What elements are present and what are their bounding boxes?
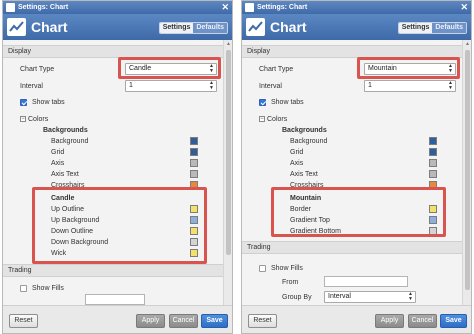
reset-button[interactable]: Reset [248,314,277,328]
interval-value: 1 [368,82,372,89]
highlight-chart-type [357,57,460,79]
scroll-thumb[interactable] [465,50,470,290]
show-fills-label: Show Fills [271,265,303,272]
save-button[interactable]: Save [201,314,228,328]
color-item-label: Grid [290,149,304,156]
color-swatch[interactable] [429,148,437,156]
scroll-thumb[interactable] [226,50,231,255]
interval-select[interactable]: 1 ▲ ▼ [125,80,217,92]
tab-settings[interactable]: Settings [398,23,433,33]
color-item-label: Axis Text [51,171,79,178]
color-item-label: Background [290,138,328,145]
color-swatch[interactable] [190,148,198,156]
window-title: Settings: Chart [18,4,69,11]
scroll-up-icon[interactable]: ▲ [465,42,470,47]
reset-button[interactable]: Reset [9,314,38,328]
scrollbar[interactable]: ▲ [223,40,232,305]
settings-window-candle: Settings: Chart ✕ Chart Settings Default… [2,0,233,334]
color-swatch[interactable] [190,170,198,178]
scrollbar[interactable]: ▲ [462,40,471,305]
chart-type-label: Chart Type [20,66,55,73]
color-swatch[interactable] [190,159,198,167]
window-titlebar: Settings: Chart ✕ [3,1,232,14]
from-label: From [282,279,299,286]
interval-label: Interval [259,83,282,90]
show-tabs-checkbox[interactable] [259,99,266,106]
settings-window-mountain: Settings: Chart ✕ Chart Settings Default… [241,0,472,334]
group-by-value: Interval [328,293,351,300]
color-item-label: Axis [51,160,65,167]
cancel-button[interactable]: Cancel [169,314,198,328]
scroll-up-icon[interactable]: ▲ [226,42,231,47]
color-item-label: Axis [290,160,304,167]
dialog-header: Chart Settings Defaults [3,14,232,40]
dialog-title: Chart [31,19,68,35]
dialog-footer: Reset Apply Cancel Save [242,305,471,333]
settings-content: Display Chart Type Mountain ▲ ▼ Interval … [242,40,462,305]
cancel-button[interactable]: Cancel [408,314,437,328]
apply-button[interactable]: Apply [136,314,165,328]
group-by-select[interactable]: Interval ▲ ▼ [324,291,416,303]
select-arrows-icon: ▲ ▼ [209,80,214,91]
line-chart-icon [246,18,265,36]
tab-defaults[interactable]: Defaults [432,23,466,33]
color-swatch[interactable] [429,137,437,145]
chart-app-icon [6,3,15,12]
collapse-colors-icon[interactable]: − [259,116,265,122]
interval-value: 1 [129,82,133,89]
window-title: Settings: Chart [257,4,308,11]
color-swatch[interactable] [429,170,437,178]
section-trading: Trading [242,241,462,254]
backgrounds-header: Backgrounds [43,127,88,134]
show-tabs-label: Show tabs [271,99,304,106]
window-titlebar: Settings: Chart ✕ [242,1,471,14]
color-item-label: Axis Text [290,171,318,178]
apply-button[interactable]: Apply [375,314,404,328]
show-tabs-label: Show tabs [32,99,65,106]
interval-label: Interval [20,83,43,90]
group-by-label: Group By [282,294,312,301]
highlight-chart-type [118,57,221,79]
select-arrows-icon: ▲ ▼ [408,291,413,302]
interval-select[interactable]: 1 ▲ ▼ [364,80,456,92]
dialog-footer: Reset Apply Cancel Save [3,305,232,333]
line-chart-icon [7,18,26,36]
close-icon[interactable]: ✕ [460,2,468,13]
colors-label: Colors [267,116,288,123]
show-fills-checkbox[interactable] [20,285,27,292]
show-fills-label: Show Fills [32,285,64,292]
select-arrows-icon: ▲ ▼ [448,80,453,91]
save-button[interactable]: Save [440,314,467,328]
from-input[interactable] [324,276,408,287]
colors-label: Colors [28,116,49,123]
color-swatch[interactable] [190,137,198,145]
close-icon[interactable]: ✕ [221,2,229,13]
show-tabs-checkbox[interactable] [20,99,27,106]
backgrounds-header: Backgrounds [282,127,327,134]
section-trading: Trading [3,264,223,277]
color-swatch[interactable] [429,159,437,167]
highlight-mountain-colors [271,187,446,237]
show-fills-checkbox[interactable] [259,265,266,272]
collapse-colors-icon[interactable]: − [20,116,26,122]
fills-input[interactable] [85,294,145,305]
color-item-label: Grid [51,149,65,156]
tab-settings[interactable]: Settings [159,23,194,33]
tab-defaults[interactable]: Defaults [193,23,227,33]
dialog-header: Chart Settings Defaults [242,14,471,40]
highlight-candle-colors [32,187,207,264]
dialog-title: Chart [270,19,307,35]
color-item-label: Background [51,138,89,145]
settings-tabs: Settings Defaults [158,22,228,34]
chart-app-icon [245,3,254,12]
chart-type-label: Chart Type [259,66,294,73]
settings-tabs: Settings Defaults [397,22,467,34]
settings-content: Display Chart Type Candle ▲ ▼ Interval 1 … [3,40,223,305]
